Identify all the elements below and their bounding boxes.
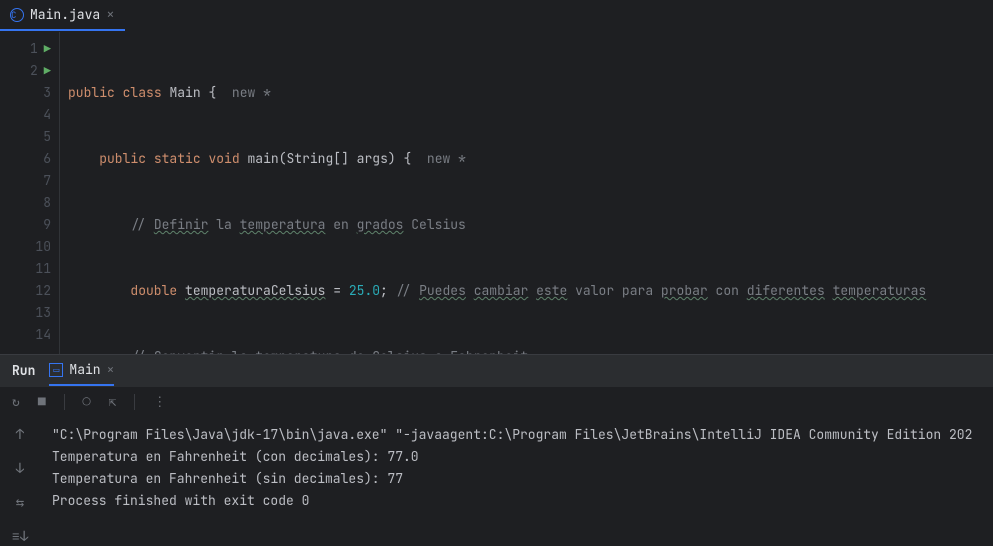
line-number: 4	[43, 104, 51, 126]
export-icon[interactable]: ⇱	[108, 393, 116, 410]
code-line: // Convertir la temperatura de Celsius a…	[68, 346, 993, 354]
run-gutter-icon[interactable]: ▶	[44, 38, 51, 60]
line-number: 7	[43, 170, 51, 192]
separator	[134, 394, 135, 410]
run-tab-main[interactable]: ▭ Main ×	[49, 355, 114, 386]
line-number: 3	[43, 82, 51, 104]
console-output[interactable]: "C:\Program Files\Java\jdk-17\bin\java.e…	[40, 416, 993, 546]
line-number: 5	[43, 126, 51, 148]
more-icon[interactable]: ⋮	[153, 393, 166, 410]
run-gutter-icon[interactable]: ▶	[44, 60, 51, 82]
line-number: 8	[43, 192, 51, 214]
separator	[64, 394, 65, 410]
line-number: 2	[30, 60, 38, 82]
stop-icon[interactable]: ■	[38, 393, 46, 410]
tab-filename: Main.java	[30, 6, 100, 23]
close-icon[interactable]: ×	[106, 6, 114, 24]
editor-tabs: C Main.java ×	[0, 0, 993, 32]
line-number: 14	[35, 324, 51, 346]
down-icon[interactable]: ↓	[16, 460, 24, 478]
scroll-to-end-icon[interactable]: ≡↓	[12, 528, 29, 546]
line-number: 10	[35, 236, 51, 258]
run-side-toolbar: ↑ ↓ ⇆ ≡↓	[0, 416, 40, 546]
java-file-icon: C	[10, 8, 24, 22]
rerun-icon[interactable]: ↻	[12, 393, 20, 410]
soft-wrap-icon[interactable]: ⇆	[16, 494, 24, 512]
line-number: 12	[35, 280, 51, 302]
console-line: "C:\Program Files\Java\jdk-17\bin\java.e…	[52, 424, 981, 446]
line-number: 13	[35, 302, 51, 324]
line-number: 6	[43, 148, 51, 170]
line-number: 11	[35, 258, 51, 280]
run-panel-header: Run ▭ Main ×	[0, 354, 993, 386]
code-line: public class Main { new *	[68, 82, 993, 104]
console-line: Process finished with exit code 0	[52, 490, 981, 512]
code-line: // Definir la temperatura en grados Cels…	[68, 214, 993, 236]
run-tab-label: Main	[69, 361, 100, 378]
run-toolbar: ↻ ■ ◯ ⇱ ⋮	[0, 386, 993, 416]
line-number: 9	[43, 214, 51, 236]
line-number: 1	[30, 38, 38, 60]
code-line: public static void main(String[] args) {…	[68, 148, 993, 170]
application-icon: ▭	[49, 363, 63, 377]
camera-icon[interactable]: ◯	[83, 393, 91, 410]
code-area[interactable]: public class Main { new * public static …	[60, 32, 993, 354]
editor: 1 ▶ 2 ▶ 3 4 5 6 7 8 9 10 11 12 13 14 publi…	[0, 32, 993, 354]
code-line: double temperaturaCelsius = 25.0; // Pue…	[68, 280, 993, 302]
console-line: Temperatura en Fahrenheit (sin decimales…	[52, 468, 981, 490]
run-tool-title: Run	[12, 362, 35, 379]
run-panel-body: ↑ ↓ ⇆ ≡↓ "C:\Program Files\Java\jdk-17\b…	[0, 416, 993, 546]
editor-tab-main-java[interactable]: C Main.java ×	[0, 0, 125, 31]
up-icon[interactable]: ↑	[16, 426, 24, 444]
gutter: 1 ▶ 2 ▶ 3 4 5 6 7 8 9 10 11 12 13 14	[0, 32, 60, 354]
close-icon[interactable]: ×	[107, 361, 115, 378]
console-line: Temperatura en Fahrenheit (con decimales…	[52, 446, 981, 468]
